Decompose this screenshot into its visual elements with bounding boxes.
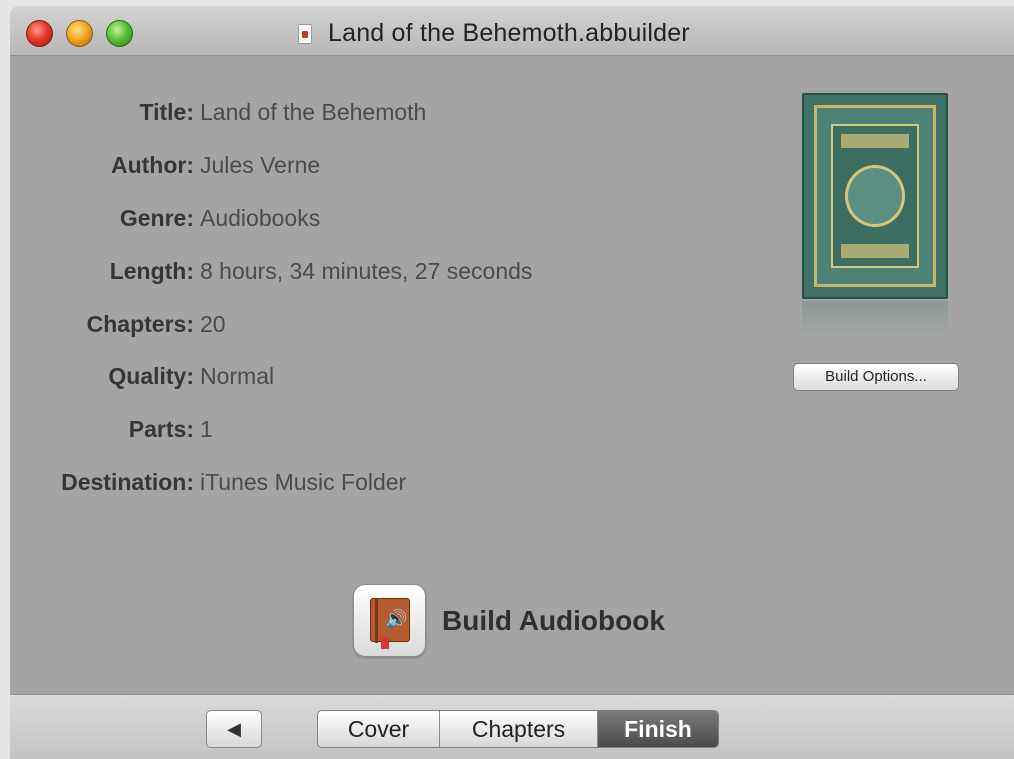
field-row-quality: Quality: Normal [10,363,730,397]
cover-frame [814,105,936,287]
field-value: 20 [200,311,226,337]
window-title: Land of the Behemoth.abbuilder [328,19,690,47]
close-window-button[interactable] [26,20,53,47]
build-options-button[interactable]: Build Options... [793,363,959,391]
cover-title-band [841,134,909,148]
title-bar[interactable]: Land of the Behemoth.abbuilder [10,6,1014,56]
app-window: Land of the Behemoth.abbuilder Title: La… [10,6,1014,759]
tab-finish[interactable]: Finish [598,711,718,747]
window-title-group: Land of the Behemoth.abbuilder [298,19,690,48]
audiobook-icon[interactable]: 🔊 [353,584,426,657]
cover-reflection [802,301,948,335]
cover-medallion [845,165,905,227]
field-row-destination: Destination: iTunes Music Folder [10,469,730,503]
cover-panel [831,124,919,268]
back-button[interactable]: ◀ [206,710,262,748]
field-value: 1 [200,416,213,442]
field-value: Normal [200,363,275,389]
field-value: Jules Verne [200,152,321,178]
field-value: Land of the Behemoth [200,99,427,125]
field-label: Destination: [61,469,194,495]
field-label: Parts: [128,416,194,442]
field-value: iTunes Music Folder [200,469,407,495]
field-label: Quality: [108,363,194,389]
cover-author-band [841,244,909,258]
field-label: Chapters: [86,311,194,337]
book-icon: 🔊 [370,598,410,649]
build-audiobook-button[interactable]: 🔊 Build Audiobook [353,584,665,657]
tab-cover[interactable]: Cover [318,711,440,747]
field-label: Author: [110,152,194,178]
build-audiobook-label[interactable]: Build Audiobook [442,605,665,637]
bottom-toolbar: ◀ Cover Chapters Finish [10,694,1014,759]
minimize-window-button[interactable] [66,20,93,47]
step-tabs: Cover Chapters Finish [317,710,719,748]
tab-chapters[interactable]: Chapters [440,711,598,747]
field-row-title: Title: Land of the Behemoth [10,99,730,133]
field-label: Genre: [119,205,194,231]
book-cover-image[interactable] [802,93,948,299]
field-label: Length: [109,258,194,284]
field-row-genre: Genre: Audiobooks [10,205,730,239]
speaker-icon: 🔊 [385,609,408,629]
field-row-parts: Parts: 1 [10,416,730,450]
field-row-chapters: Chapters: 20 [10,311,730,345]
field-row-author: Author: Jules Verne [10,152,730,186]
field-label: Title: [139,99,194,125]
bookmark-icon [381,637,389,649]
field-value: 8 hours, 34 minutes, 27 seconds [200,258,533,284]
field-value: Audiobooks [200,205,321,231]
zoom-window-button[interactable] [106,20,133,47]
document-icon [298,23,312,44]
field-row-length: Length: 8 hours, 34 minutes, 27 seconds [10,258,730,292]
